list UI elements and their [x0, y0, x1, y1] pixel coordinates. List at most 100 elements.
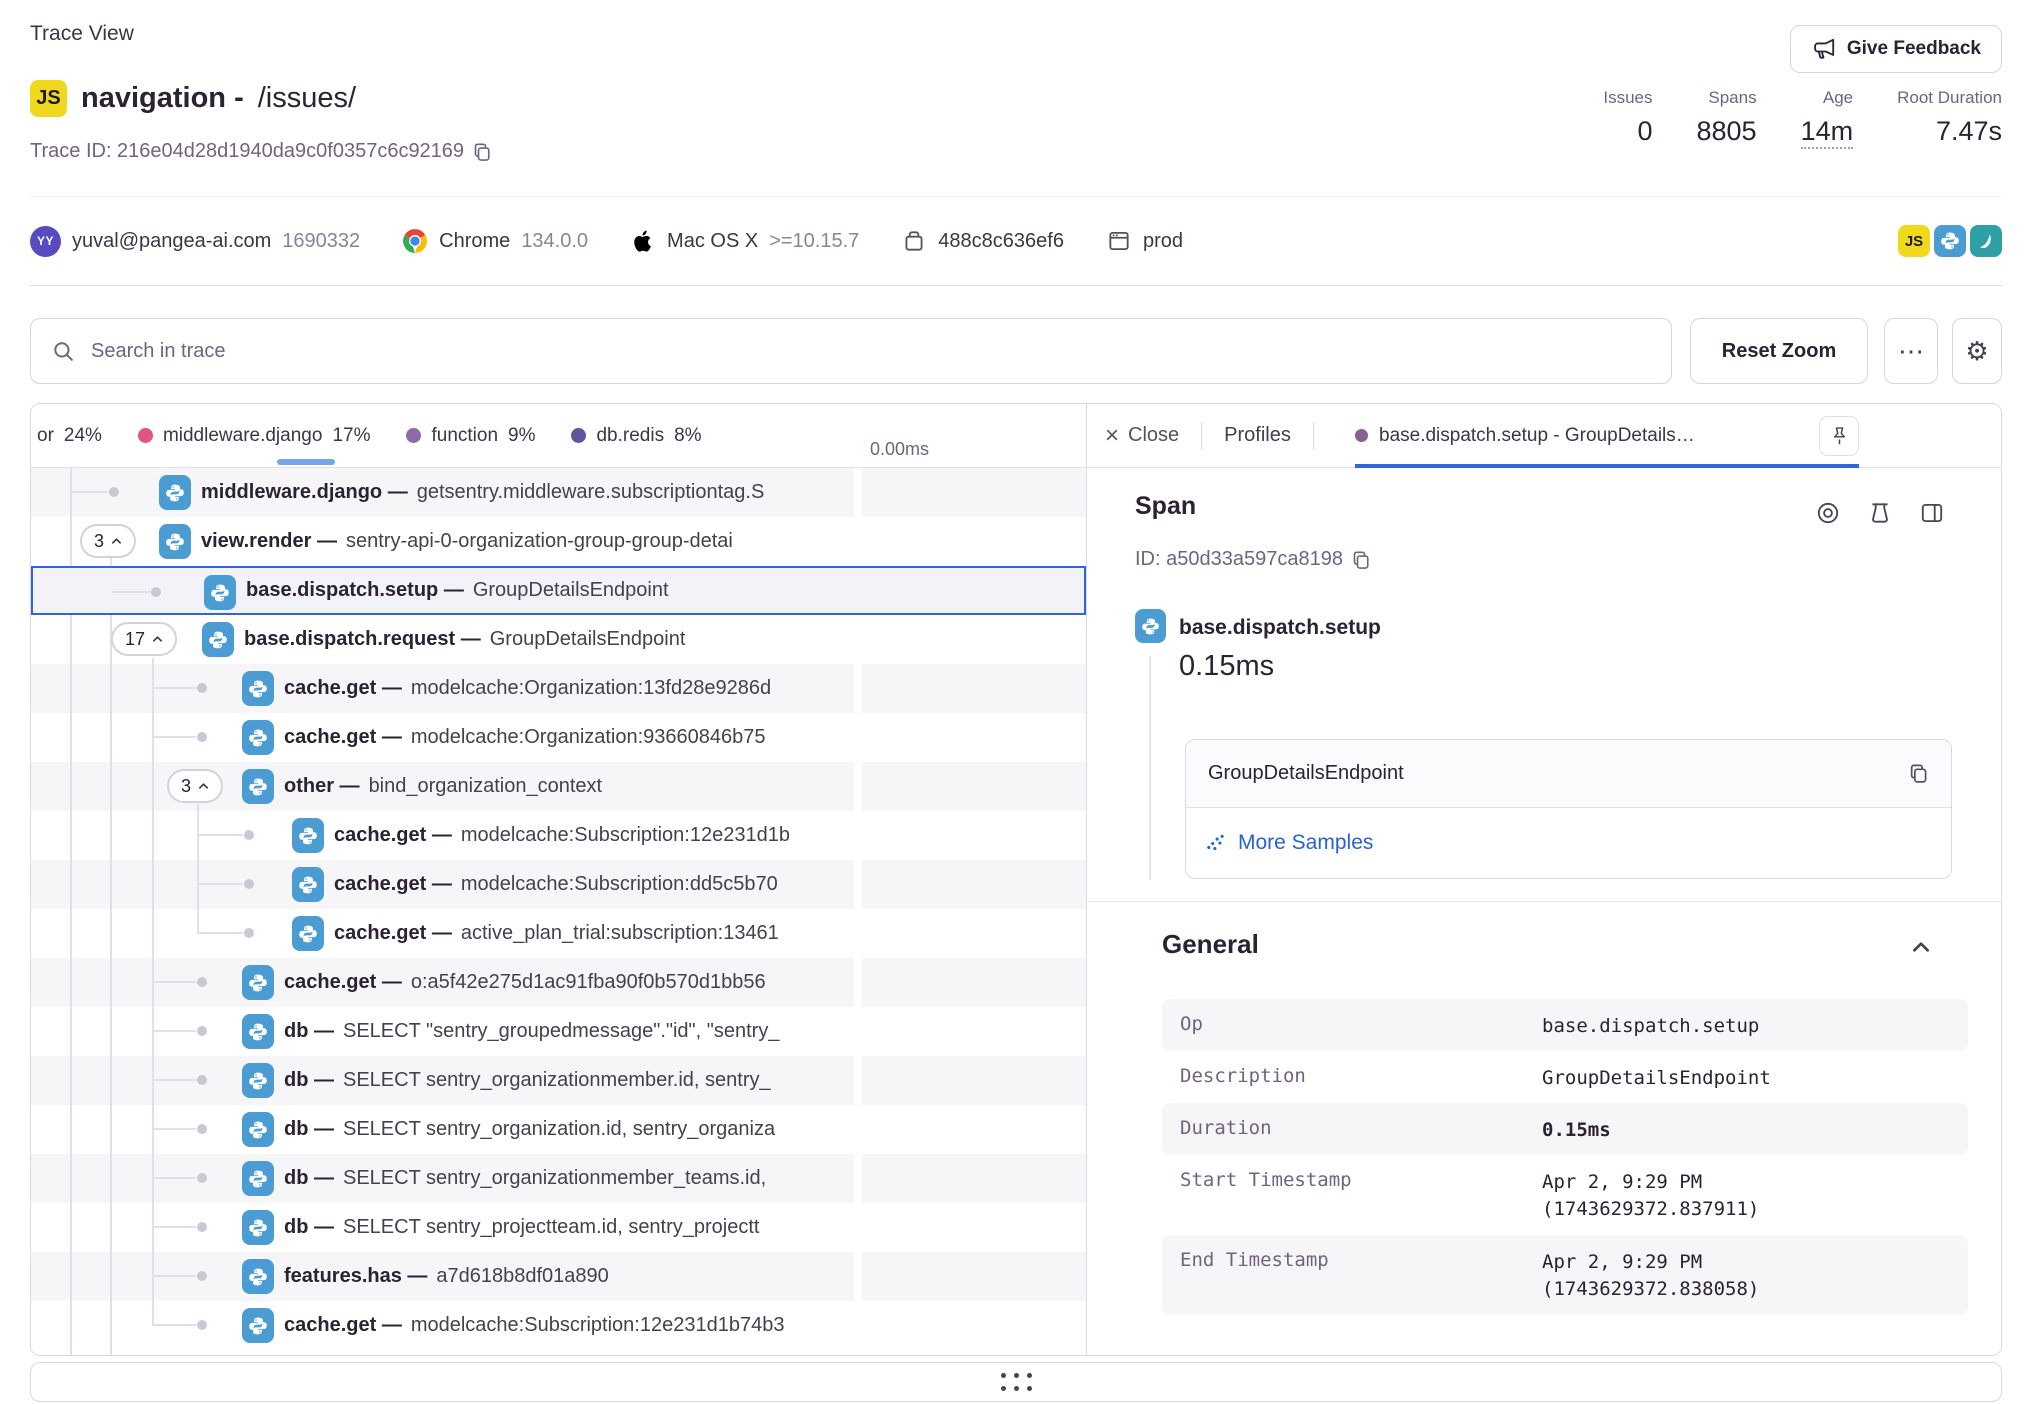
- tab-profiles[interactable]: Profiles: [1224, 424, 1291, 447]
- span-bar-cell[interactable]: [862, 1252, 1086, 1301]
- span-bar-cell[interactable]: [862, 664, 1086, 713]
- legend-dot: [571, 428, 586, 443]
- tree-row[interactable]: db —SELECT "sentry_groupedmessage"."id",…: [31, 1007, 1086, 1056]
- span-bar-cell[interactable]: [862, 1105, 1086, 1154]
- tree-connector: [152, 1128, 196, 1130]
- tree-connector: [197, 834, 243, 836]
- chevron-up-icon: [111, 537, 122, 545]
- tree-row[interactable]: cache.get —modelcache:Subscription:12e23…: [31, 1301, 1086, 1350]
- span-bar-cell[interactable]: [862, 958, 1086, 1007]
- settings-button[interactable]: ⚙: [1952, 318, 2002, 384]
- focus-icon[interactable]: [1815, 500, 1841, 526]
- close-tab-button[interactable]: × Close: [1105, 424, 1179, 448]
- tree-row[interactable]: cache.get —modelcache:Subscription:12e23…: [31, 811, 1086, 860]
- copy-icon[interactable]: [472, 142, 492, 162]
- trace-minimap-header: or 24% middleware.django 17% function 9%: [31, 404, 1086, 468]
- profile-icon[interactable]: [1867, 500, 1893, 526]
- tree-row[interactable]: cache.get —o:a5f42e275d1ac91fba90f0b570d…: [31, 958, 1086, 1007]
- close-icon: ×: [1105, 424, 1119, 448]
- span-bar-cell[interactable]: [862, 811, 1086, 860]
- device-icon: [901, 228, 927, 254]
- span-op: cache.get —: [334, 922, 452, 945]
- tree-connector: [152, 1324, 196, 1326]
- span-bar-cell[interactable]: [862, 468, 1086, 517]
- span-bar-cell[interactable]: [862, 1007, 1086, 1056]
- tree-row[interactable]: cache.get —active_plan_trial:subscriptio…: [31, 909, 1086, 958]
- span-bar-cell[interactable]: [862, 762, 1086, 811]
- stat-issues: Issues 0: [1603, 88, 1652, 149]
- drag-handle[interactable]: [1001, 1373, 1032, 1391]
- span-bar-cell[interactable]: [862, 909, 1086, 958]
- reset-zoom-button[interactable]: Reset Zoom: [1690, 318, 1868, 384]
- tree-row[interactable]: features.has — a7d618b8df01a890: [31, 1252, 1086, 1301]
- span-op: base.dispatch.setup —: [246, 579, 464, 602]
- kv-value: Apr 2, 9:29 PM(1743629372.837911): [1542, 1155, 1759, 1235]
- span-op-dot: [1355, 429, 1368, 442]
- tree-connector: [152, 981, 196, 983]
- tree-row[interactable]: 3 other —bind_organization_context: [31, 762, 1086, 811]
- tree-row[interactable]: cache.get —modelcache:Organization:13fd2…: [31, 664, 1086, 713]
- tree-row[interactable]: middleware.django —getsentry.middleware.…: [31, 468, 1086, 517]
- general-table: Op base.dispatch.setup Description Group…: [1162, 999, 1968, 1315]
- more-samples-link[interactable]: More Samples: [1238, 831, 1373, 855]
- environment-icon: [1106, 228, 1132, 254]
- legend-item[interactable]: middleware.django 17%: [138, 425, 371, 447]
- pin-button[interactable]: [1819, 416, 1859, 456]
- tree-row[interactable]: db — SELECT sentry_projectteam.id, sentry…: [31, 1203, 1086, 1252]
- minimap-indicator[interactable]: [277, 459, 335, 465]
- kv-key: Op: [1180, 999, 1542, 1047]
- tree-row[interactable]: 3 view.render —sentry-api-0-organization…: [31, 517, 1086, 566]
- tree-row[interactable]: db —SELECT sentry_organization.id, sentr…: [31, 1105, 1086, 1154]
- span-bar-cell[interactable]: [862, 1056, 1086, 1105]
- legend-item[interactable]: db.redis 8%: [571, 425, 701, 447]
- tree-row[interactable]: cache.get —modelcache:Organization:93660…: [31, 713, 1086, 762]
- tree-row[interactable]: 17 base.dispatch.request —GroupDetailsEn…: [31, 615, 1086, 664]
- span-op: features.has —: [284, 1265, 427, 1288]
- span-duration: 0.15ms: [1179, 650, 1274, 683]
- tree-row[interactable]: cache.get —modelcache:Subscription:dd5c5…: [31, 860, 1086, 909]
- tree-row[interactable]: db —SELECT sentry_organizationmember.id,…: [31, 1056, 1086, 1105]
- platform-icons: JS: [1898, 225, 2002, 257]
- os-name: Mac OS X: [667, 230, 758, 253]
- collapse-badge[interactable]: 17: [111, 622, 177, 656]
- copy-icon[interactable]: [1351, 550, 1371, 570]
- collapse-badge[interactable]: 3: [167, 769, 223, 803]
- more-options-button[interactable]: ⋯: [1884, 318, 1938, 384]
- ops-legend: or 24% middleware.django 17% function 9%: [31, 404, 854, 467]
- span-bar-cell[interactable]: [862, 1301, 1086, 1350]
- split-panel-icon[interactable]: [1919, 500, 1945, 526]
- span-description: modelcache:Organization:13fd28e9286d: [411, 677, 771, 700]
- collapse-section-icon[interactable]: [1911, 940, 1931, 954]
- span-description: GroupDetailsEndpoint: [490, 628, 686, 651]
- span-op: db —: [284, 1069, 334, 1092]
- kv-value: Apr 2, 9:29 PM(1743629372.838058): [1542, 1235, 1759, 1315]
- tab-span-active[interactable]: base.dispatch.setup - GroupDetails…: [1355, 404, 1859, 467]
- environment-name: prod: [1143, 230, 1183, 253]
- python-icon: [1135, 609, 1166, 643]
- span-bar-cell[interactable]: [862, 860, 1086, 909]
- span-bar-cell[interactable]: [862, 1154, 1086, 1203]
- span-bar-cell[interactable]: [862, 1203, 1086, 1252]
- give-feedback-button[interactable]: Give Feedback: [1790, 25, 2002, 73]
- legend-item[interactable]: or 24%: [37, 425, 102, 447]
- tree-row[interactable]: db —SELECT sentry_organizationmember_tea…: [31, 1154, 1086, 1203]
- span-bar-cell[interactable]: [862, 615, 1086, 664]
- span-op: db —: [284, 1118, 334, 1141]
- tree-connector: [152, 1079, 196, 1081]
- chevron-up-icon: [198, 782, 209, 790]
- collapse-badge[interactable]: 3: [80, 524, 136, 558]
- browser-name: Chrome: [439, 230, 510, 253]
- span-op: db —: [284, 1216, 334, 1239]
- tree-row-selected[interactable]: base.dispatch.setup —GroupDetailsEndpoin…: [31, 566, 1086, 615]
- span-description: SELECT sentry_projectteam.id, sentry_pro…: [343, 1216, 759, 1239]
- span-bar-cell[interactable]: [862, 517, 1086, 566]
- span-bar-cell[interactable]: [864, 568, 1084, 613]
- python-icon: [242, 965, 274, 1000]
- python-icon: [242, 1210, 274, 1245]
- copy-button[interactable]: [1908, 763, 1929, 784]
- span-description: a7d618b8df01a890: [436, 1265, 608, 1288]
- legend-item[interactable]: function 9%: [406, 425, 535, 447]
- search-input[interactable]: [30, 318, 1672, 384]
- span-bar-cell[interactable]: [862, 713, 1086, 762]
- span-op: db —: [284, 1167, 334, 1190]
